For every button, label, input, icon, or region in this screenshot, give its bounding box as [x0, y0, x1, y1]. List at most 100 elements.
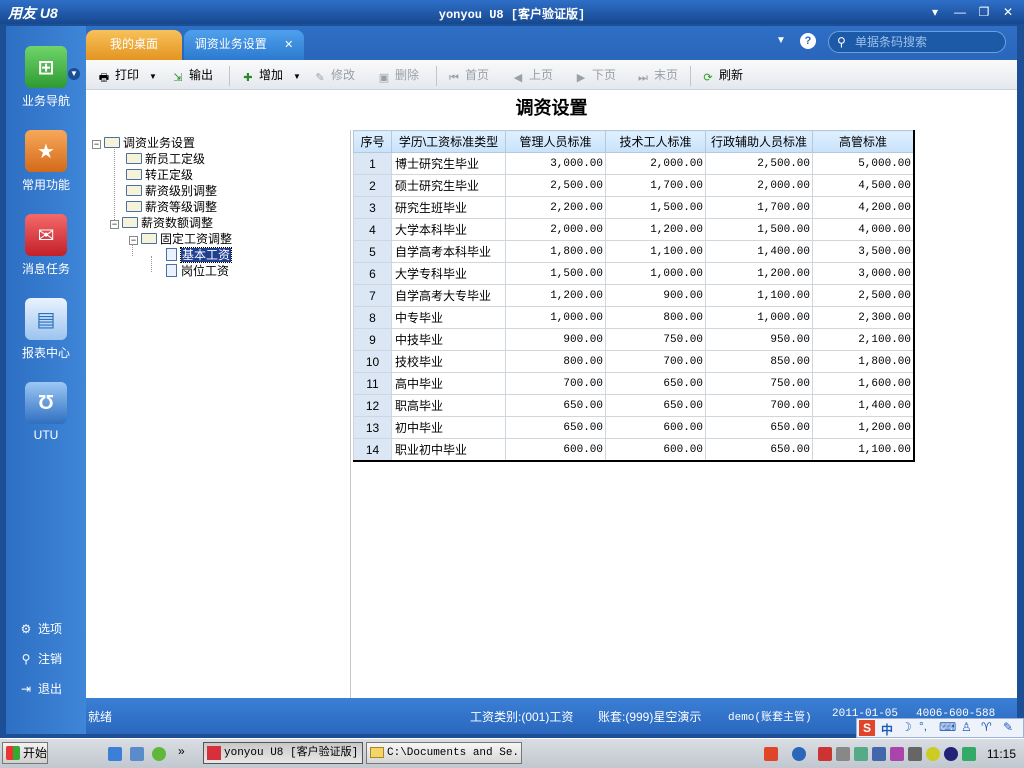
row-index-cell[interactable]: 13 [353, 416, 392, 439]
print-button[interactable]: 🖶 打印 ▼ [96, 66, 157, 84]
salary-cell[interactable]: 2,200.00 [505, 196, 606, 219]
add-button[interactable]: ✚ 增加 ▼ [240, 66, 301, 84]
salary-cell[interactable]: 1,100.00 [605, 240, 706, 263]
salary-cell[interactable]: 1,100.00 [705, 284, 813, 307]
row-index-cell[interactable]: 5 [353, 240, 392, 263]
salary-cell[interactable]: 1,800.00 [812, 350, 914, 373]
education-cell[interactable]: 职高毕业 [391, 394, 506, 417]
tray-icon[interactable] [818, 747, 832, 761]
salary-cell[interactable]: 900.00 [605, 284, 706, 307]
education-cell[interactable]: 硕士研究生毕业 [391, 174, 506, 197]
tray-icon[interactable] [890, 747, 904, 761]
tab-salary-adjust-settings[interactable]: 调资业务设置 ✕ [184, 30, 304, 60]
options-link[interactable]: ⚙ 选项 [18, 620, 62, 637]
ime-toolbar[interactable]: S 中 ☽ °, ⌨ ♙ ♈ ✎ [856, 718, 1024, 738]
collapse-icon[interactable]: − [129, 236, 138, 245]
tray-icon[interactable] [836, 747, 850, 761]
education-cell[interactable]: 大学本科毕业 [391, 218, 506, 241]
education-cell[interactable]: 大学专科毕业 [391, 262, 506, 285]
table-row[interactable]: 4 大学本科毕业 2,000.00 1,200.00 1,500.00 4,000.00 [353, 218, 914, 241]
prev-page-button[interactable]: ◀ 上页 [510, 66, 553, 84]
row-index-cell[interactable]: 4 [353, 218, 392, 241]
salary-cell[interactable]: 2,500.00 [505, 174, 606, 197]
salary-cell[interactable]: 700.00 [505, 372, 606, 395]
salary-cell[interactable]: 1,000.00 [605, 262, 706, 285]
tray-icon[interactable] [854, 747, 868, 761]
wrench-icon[interactable]: ✎ [1003, 720, 1013, 734]
ie-icon[interactable] [108, 747, 122, 761]
close-button[interactable]: ✕ [1000, 4, 1016, 20]
help-tray-icon[interactable] [792, 747, 806, 761]
column-header[interactable]: 学历\工资标准类型 [391, 130, 506, 153]
table-row[interactable]: 6 大学专科毕业 1,500.00 1,000.00 1,200.00 3,000.00 [353, 262, 914, 285]
chevron-down-icon[interactable]: ▼ [68, 68, 80, 80]
education-cell[interactable]: 职业初中毕业 [391, 438, 506, 461]
salary-cell[interactable]: 3,000.00 [812, 262, 914, 285]
salary-cell[interactable]: 950.00 [705, 328, 813, 351]
salary-cell[interactable]: 3,000.00 [505, 152, 606, 175]
salary-cell[interactable]: 1,200.00 [705, 262, 813, 285]
sogou-tray-icon[interactable] [764, 747, 778, 761]
delete-button[interactable]: ▣ 删除 [376, 66, 419, 84]
salary-cell[interactable]: 2,000.00 [705, 174, 813, 197]
table-row[interactable]: 1 博士研究生毕业 3,000.00 2,000.00 2,500.00 5,000.00 [353, 152, 914, 175]
salary-cell[interactable]: 700.00 [605, 350, 706, 373]
skin-icon[interactable]: ♈ [981, 720, 992, 734]
table-row[interactable]: 13 初中毕业 650.00 600.00 650.00 1,200.00 [353, 416, 914, 439]
minimize-button[interactable]: — [952, 4, 968, 20]
moon-icon[interactable]: ☽ [901, 720, 912, 734]
column-header[interactable]: 行政辅助人员标准 [705, 130, 813, 153]
last-page-button[interactable]: ⏭ 末页 [635, 66, 678, 84]
salary-cell[interactable]: 650.00 [605, 394, 706, 417]
tab-list-dropdown-icon[interactable]: ▼ [776, 35, 786, 46]
row-index-cell[interactable]: 10 [353, 350, 392, 373]
education-cell[interactable]: 高中毕业 [391, 372, 506, 395]
punctuation-icon[interactable]: °, [919, 719, 927, 733]
quicklaunch-icon[interactable] [152, 747, 166, 761]
education-cell[interactable]: 中技毕业 [391, 328, 506, 351]
salary-cell[interactable]: 1,400.00 [705, 240, 813, 263]
salary-cell[interactable]: 1,500.00 [605, 196, 706, 219]
nav-common-functions[interactable]: ★ 常用功能 [6, 130, 86, 193]
salary-cell[interactable]: 5,000.00 [812, 152, 914, 175]
tree-node-root[interactable]: − 调资业务设置 [92, 135, 195, 151]
salary-cell[interactable]: 1,800.00 [505, 240, 606, 263]
help-icon[interactable]: ? [800, 33, 816, 49]
salary-cell[interactable]: 1,000.00 [705, 306, 813, 329]
salary-cell[interactable]: 700.00 [705, 394, 813, 417]
nav-utu[interactable]: Ʊ UTU [6, 382, 86, 442]
sogou-ime-icon[interactable]: S [859, 720, 875, 736]
salary-cell[interactable]: 800.00 [505, 350, 606, 373]
salary-cell[interactable]: 900.00 [505, 328, 606, 351]
column-header[interactable]: 高管标准 [812, 130, 914, 153]
salary-cell[interactable]: 2,100.00 [812, 328, 914, 351]
education-cell[interactable]: 博士研究生毕业 [391, 152, 506, 175]
tree-node[interactable]: 新员工定级 [126, 151, 205, 167]
salary-cell[interactable]: 2,000.00 [505, 218, 606, 241]
collapse-icon[interactable]: − [92, 140, 101, 149]
salary-cell[interactable]: 3,500.00 [812, 240, 914, 263]
table-row[interactable]: 14 职业初中毕业 600.00 600.00 650.00 1,100.00 [353, 438, 914, 461]
network-icon[interactable] [962, 747, 976, 761]
row-index-cell[interactable]: 2 [353, 174, 392, 197]
salary-cell[interactable]: 750.00 [605, 328, 706, 351]
tray-icon[interactable] [872, 747, 886, 761]
row-index-cell[interactable]: 3 [353, 196, 392, 219]
next-page-button[interactable]: ▶ 下页 [573, 66, 616, 84]
start-button[interactable]: 开始 [2, 742, 48, 764]
chevron-down-icon[interactable]: ▼ [293, 72, 301, 81]
education-cell[interactable]: 研究生班毕业 [391, 196, 506, 219]
salary-cell[interactable]: 650.00 [505, 394, 606, 417]
exit-link[interactable]: ⇥ 退出 [18, 680, 62, 697]
row-index-cell[interactable]: 6 [353, 262, 392, 285]
row-index-cell[interactable]: 12 [353, 394, 392, 417]
salary-cell[interactable]: 1,100.00 [812, 438, 914, 461]
row-index-cell[interactable]: 8 [353, 306, 392, 329]
tree-node[interactable]: − 薪资数额调整 [110, 215, 213, 231]
salary-cell[interactable]: 2,500.00 [812, 284, 914, 307]
table-row[interactable]: 12 职高毕业 650.00 650.00 700.00 1,400.00 [353, 394, 914, 417]
salary-cell[interactable]: 650.00 [605, 372, 706, 395]
column-header[interactable]: 序号 [353, 130, 392, 153]
education-cell[interactable]: 中专毕业 [391, 306, 506, 329]
table-row[interactable]: 10 技校毕业 800.00 700.00 850.00 1,800.00 [353, 350, 914, 373]
